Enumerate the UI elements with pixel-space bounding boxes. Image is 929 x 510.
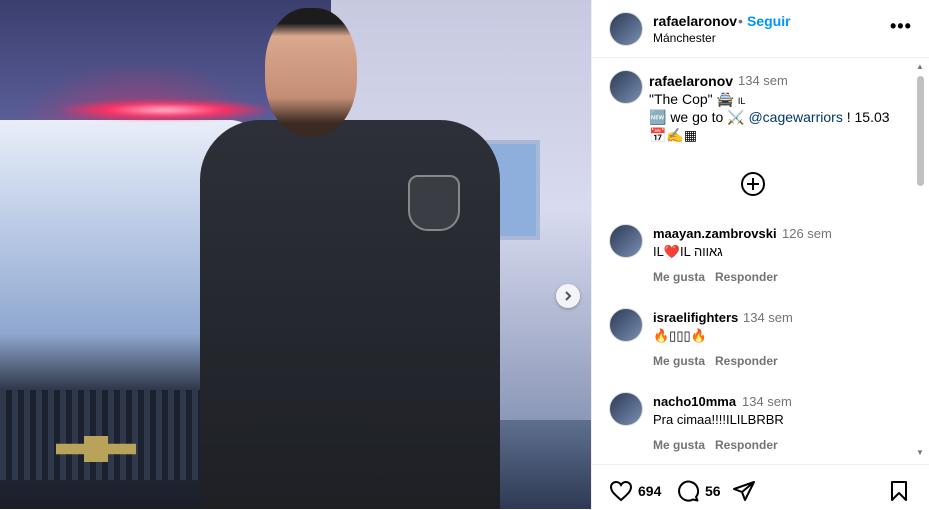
scrollbar-thumb[interactable] [917,76,924,186]
scroll-down-icon[interactable]: ▼ [916,448,924,457]
comments-count[interactable]: 56 [705,483,721,499]
header-username[interactable]: rafaelaronov [653,13,737,29]
caption-line-2: 🆕 we go to ⚔️ @cagewarriors ! 15.03 [649,109,890,125]
reply-button[interactable]: Responder [715,270,778,284]
comment-username[interactable]: maayan.zambrovski [653,226,777,241]
post-media[interactable] [0,0,591,509]
post-side-panel: rafaelaronov • Seguir Mánchester ••• raf… [591,0,929,509]
comment-icon[interactable] [676,480,700,502]
plus-circle-icon[interactable] [741,172,765,196]
comment-time: 134 sem [742,394,792,409]
comment-username[interactable]: israelifighters [653,310,738,325]
heart-icon[interactable] [609,480,633,502]
caption-line-1: "The Cop" 🚔 IL [649,91,746,107]
location-link[interactable]: Mánchester [653,31,716,45]
reply-button[interactable]: Responder [715,354,778,368]
mention-link[interactable]: @cagewarriors [748,109,842,125]
separator-dot: • [738,13,743,29]
comments-scrollbar[interactable]: ▲ ▼ [913,62,927,460]
comment-text: IL❤️IL גאווה [653,244,723,259]
caption-line-3: 📅✍️▦ [649,127,698,143]
post-actions-bar: 694 56 [592,464,929,510]
comment-text: 🔥▯▯▯🔥 [653,328,707,343]
likes-count[interactable]: 694 [638,483,661,499]
comment-time: 134 sem [743,310,793,325]
caption-avatar[interactable] [609,70,643,104]
like-comment-button[interactable]: Me gusta [653,270,705,284]
like-comment-button[interactable]: Me gusta [653,438,705,452]
shoulder-patch [408,175,460,231]
reply-button[interactable]: Responder [715,438,778,452]
comment-avatar[interactable] [609,224,643,258]
comment-text: Pra cimaa!!!!ILILBRBR [653,412,784,427]
follow-button[interactable]: Seguir [747,13,791,29]
chevron-right-icon [565,291,572,301]
post-header: rafaelaronov • Seguir Mánchester ••• [592,0,929,58]
comment-username[interactable]: nacho10mma [653,394,736,409]
comment-avatar[interactable] [609,392,643,426]
more-options-icon[interactable]: ••• [890,16,912,37]
caption-time: 134 sem [738,73,788,88]
next-media-button[interactable] [556,284,580,308]
bookmark-icon[interactable] [889,480,909,502]
avatar[interactable] [609,12,643,46]
police-light-bar [60,100,270,120]
like-comment-button[interactable]: Me gusta [653,354,705,368]
scroll-up-icon[interactable]: ▲ [916,62,924,71]
flag-text: IL [737,96,746,106]
comment-avatar[interactable] [609,308,643,342]
officer-head [265,8,357,136]
comments-section: rafaelaronov 134 sem "The Cop" 🚔 IL 🆕 we… [592,58,912,463]
comment-time: 126 sem [782,226,832,241]
paper-plane-icon[interactable] [732,480,756,502]
caption-username[interactable]: rafaelaronov [649,73,733,89]
